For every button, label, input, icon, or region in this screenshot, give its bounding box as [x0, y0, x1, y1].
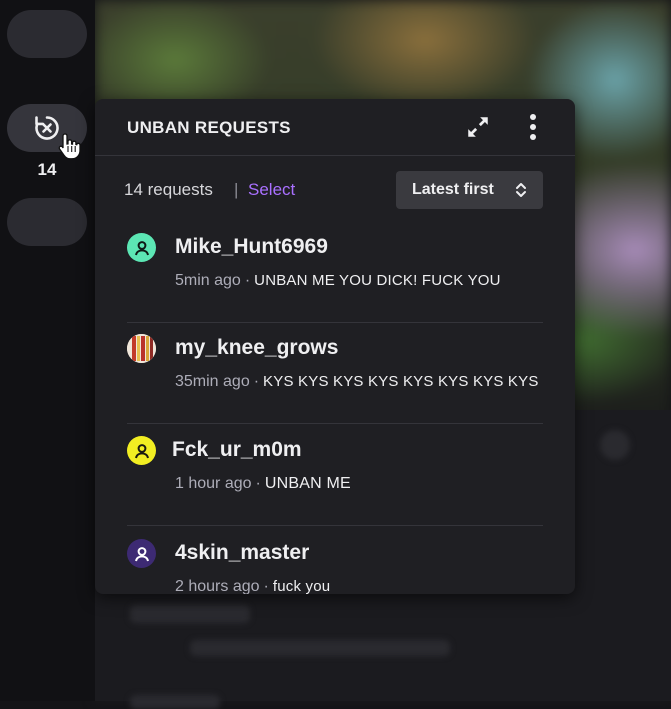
user-icon — [134, 443, 149, 458]
more-options-button[interactable] — [519, 113, 547, 141]
toolbar-divider: | — [234, 180, 239, 199]
history-icon — [35, 116, 59, 140]
requests-count-label: 14 requests — [124, 180, 213, 199]
request-time: 2 hours ago — [175, 578, 260, 594]
profile-image-icon — [127, 334, 156, 363]
mod-tools-rail: 14 — [0, 0, 95, 701]
request-message: KYS KYS KYS KYS KYS KYS KYS KYS — [263, 373, 539, 390]
requests-toolbar: 14 requests | Select Latest first — [95, 156, 575, 222]
request-time: 5min ago — [175, 272, 241, 289]
item-separator — [127, 525, 543, 526]
request-meta: 2 hours ago · fuck you — [175, 578, 331, 594]
request-item[interactable]: Mike_Hunt6969 5min ago · UNBAN ME YOU DICK… — [95, 222, 575, 324]
user-avatar — [127, 334, 156, 363]
request-meta: 1 hour ago · UNBAN ME — [175, 475, 351, 492]
item-separator — [127, 423, 543, 424]
expand-button[interactable] — [464, 113, 492, 141]
request-username[interactable]: Fck_ur_m0m — [172, 438, 302, 462]
request-item[interactable]: 4skin_master 2 hours ago · fuck you — [95, 528, 575, 594]
unban-requests-panel: UNBAN REQUESTS 14 requests | Select Late… — [95, 99, 575, 594]
user-icon — [134, 546, 149, 561]
user-avatar — [127, 233, 156, 262]
request-time: 35min ago — [175, 373, 250, 390]
panel-header: UNBAN REQUESTS — [95, 99, 575, 156]
rail-button-top[interactable] — [7, 10, 87, 58]
select-link[interactable]: Select — [248, 180, 295, 200]
request-username[interactable]: Mike_Hunt6969 — [175, 235, 328, 259]
request-message: UNBAN ME — [264, 475, 351, 492]
request-message: fuck you — [272, 578, 331, 594]
more-vertical-icon — [530, 114, 536, 140]
pointer-hand-cursor-icon — [58, 133, 81, 160]
expand-icon — [468, 117, 488, 137]
sort-label: Latest first — [412, 181, 494, 198]
request-meta: 5min ago · UNBAN ME YOU DICK! FUCK YOU — [175, 272, 501, 289]
request-time: 1 hour ago — [175, 475, 252, 492]
rail-button-bottom[interactable] — [7, 198, 87, 246]
request-message: UNBAN ME YOU DICK! FUCK YOU — [254, 272, 501, 289]
request-username[interactable]: 4skin_master — [175, 541, 309, 565]
sort-dropdown[interactable]: Latest first — [396, 171, 543, 209]
user-avatar — [127, 539, 156, 568]
panel-title: UNBAN REQUESTS — [127, 118, 291, 137]
request-item[interactable]: my_knee_grows 35min ago · KYS KYS KYS KYS … — [95, 323, 575, 425]
request-item[interactable]: Fck_ur_m0m 1 hour ago · UNBAN ME — [95, 425, 575, 527]
user-avatar — [127, 436, 156, 465]
unban-requests-count: 14 — [37, 160, 57, 179]
sort-updown-icon — [516, 183, 526, 197]
request-meta: 35min ago · KYS KYS KYS KYS KYS KYS KYS KY… — [175, 373, 539, 390]
request-username[interactable]: my_knee_grows — [175, 336, 338, 360]
user-icon — [134, 240, 149, 255]
